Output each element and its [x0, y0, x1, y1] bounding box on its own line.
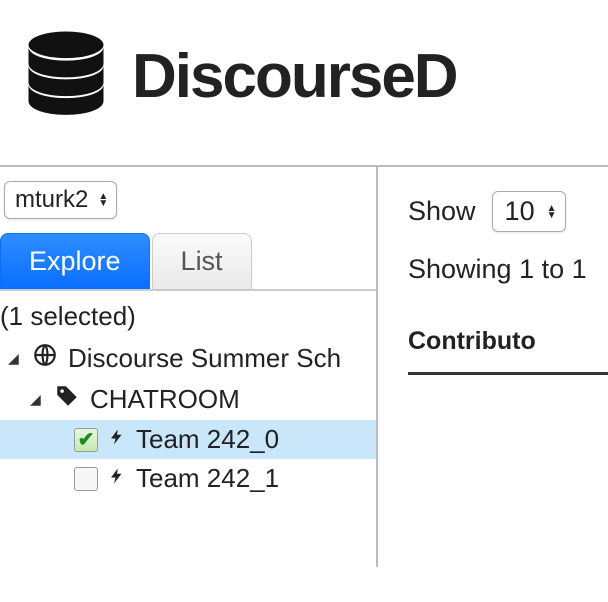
tree-row-team0[interactable]: ✔ Team 242_0 — [0, 420, 376, 459]
tab-list[interactable]: List — [152, 233, 252, 289]
tree-team1-label: Team 242_1 — [136, 463, 279, 494]
tree-row-team1[interactable]: Team 242_1 — [0, 459, 376, 498]
table-header-divider — [408, 372, 608, 375]
database-icon — [16, 24, 116, 129]
selected-count: (1 selected) — [0, 291, 376, 336]
updown-icon: ▲▼ — [547, 205, 557, 219]
right-panel: Show 10 ▲▼ Showing 1 to 1 Contributo — [378, 167, 608, 567]
tree-root-label: Discourse Summer Sch — [68, 343, 341, 374]
updown-icon: ▲▼ — [98, 193, 108, 207]
tree-row-root[interactable]: ◢ Discourse Summer Sch — [0, 338, 376, 379]
tree-row-chatroom[interactable]: ◢ CHATROOM — [0, 379, 376, 420]
tag-icon — [54, 383, 80, 416]
twisty-open-icon[interactable]: ◢ — [30, 391, 44, 408]
tree-team0-label: Team 242_0 — [136, 424, 279, 455]
show-row: Show 10 ▲▼ — [408, 191, 608, 232]
dataset-select[interactable]: mturk2 ▲▼ — [4, 181, 117, 219]
page-size-value: 10 — [505, 196, 535, 227]
tab-explore[interactable]: Explore — [0, 233, 150, 289]
checkbox-checked-icon[interactable]: ✔ — [74, 428, 98, 452]
twisty-open-icon[interactable]: ◢ — [8, 350, 22, 367]
page-size-select[interactable]: 10 ▲▼ — [492, 191, 566, 232]
left-panel: mturk2 ▲▼ Explore List (1 selected) ◢ Di… — [0, 167, 378, 567]
checkbox-unchecked-icon[interactable] — [74, 467, 98, 491]
main-content: mturk2 ▲▼ Explore List (1 selected) ◢ Di… — [0, 165, 608, 567]
globe-icon — [32, 342, 58, 375]
show-label: Show — [408, 196, 476, 227]
brand-title: DiscourseD — [132, 41, 457, 112]
tree-chatroom-label: CHATROOM — [90, 384, 240, 415]
lightning-icon — [108, 426, 126, 454]
tabs: Explore List — [0, 233, 376, 291]
column-header-contributor: Contributo — [408, 327, 608, 366]
tree: ◢ Discourse Summer Sch ◢ CHAT — [0, 336, 376, 498]
app-header: DiscourseD — [0, 0, 608, 165]
lightning-icon — [108, 465, 126, 493]
showing-text: Showing 1 to 1 — [408, 254, 608, 285]
dataset-select-value: mturk2 — [15, 186, 88, 214]
